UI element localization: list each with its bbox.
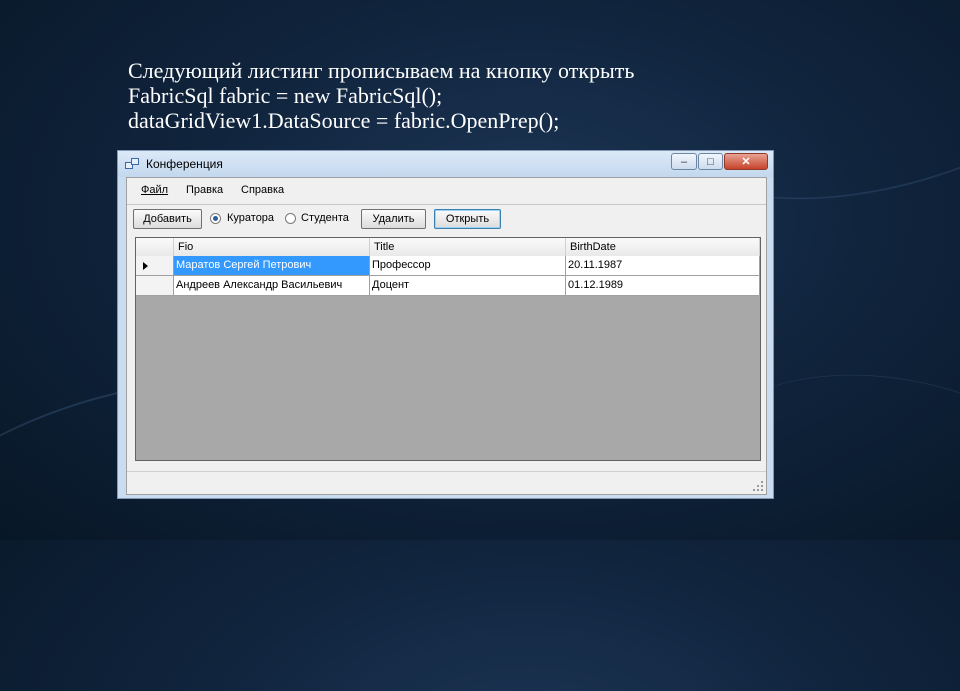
column-header-birthdate[interactable]: BirthDate (566, 238, 760, 256)
grid-header: Fio Title BirthDate (136, 238, 760, 257)
app-window: Конференция – □ ✕ Файл Правка Справка До… (117, 150, 774, 499)
radio-curator-label[interactable]: Куратора (227, 212, 274, 224)
cell-title[interactable]: Доцент (370, 276, 566, 295)
data-grid[interactable]: Fio Title BirthDate Маратов Сергей Петро… (135, 237, 761, 461)
cell-title[interactable]: Профессор (370, 256, 566, 275)
current-row-icon (143, 262, 148, 270)
menu-edit[interactable]: Правка (186, 184, 223, 196)
cell-birthdate[interactable]: 01.12.1989 (566, 276, 760, 295)
column-header-fio[interactable]: Fio (174, 238, 370, 256)
column-header-title[interactable]: Title (370, 238, 566, 256)
slide-code-line-1: FabricSql fabric = new FabricSql(); (128, 83, 443, 108)
close-icon: ✕ (741, 156, 751, 168)
cell-birthdate[interactable]: 20.11.1987 (566, 256, 760, 275)
maximize-button[interactable]: □ (698, 153, 723, 170)
menu-separator (127, 204, 766, 205)
menu-file[interactable]: Файл (141, 184, 168, 196)
minimize-button[interactable]: – (671, 153, 697, 170)
menu-help[interactable]: Справка (241, 184, 284, 196)
row-header[interactable] (136, 256, 174, 275)
window-title: Конференция (146, 157, 223, 171)
slide-text: Следующий листинг прописываем на кнопку … (128, 58, 634, 133)
maximize-icon: □ (707, 155, 714, 168)
radio-student[interactable] (285, 213, 296, 224)
slide-code-line-2: dataGridView1.DataSource = fabric.OpenPr… (128, 108, 560, 133)
open-button[interactable]: Открыть (434, 209, 501, 229)
title-bar[interactable]: Конференция – □ ✕ (118, 151, 773, 177)
minimize-icon: – (680, 155, 688, 168)
resize-grip-icon[interactable] (753, 481, 763, 491)
row-header[interactable] (136, 276, 174, 295)
radio-curator[interactable] (210, 213, 221, 224)
table-row[interactable]: Андреев Александр Васильевич Доцент 01.1… (136, 276, 760, 296)
radio-student-label[interactable]: Студента (301, 212, 349, 224)
cell-fio[interactable]: Андреев Александр Васильевич (174, 276, 370, 295)
delete-button[interactable]: Удалить (361, 209, 426, 229)
menu-bar: Файл Правка Справка (127, 178, 766, 202)
status-bar (127, 471, 766, 494)
table-row[interactable]: Маратов Сергей Петрович Профессор 20.11.… (136, 256, 760, 276)
cell-fio[interactable]: Маратов Сергей Петрович (174, 256, 370, 275)
app-window-icon (125, 158, 139, 170)
slide-text-line-1: Следующий листинг прописываем на кнопку … (128, 58, 635, 83)
row-header-corner (136, 238, 174, 256)
window-client-area: Файл Правка Справка Добавить Куратора Ст… (126, 177, 767, 495)
close-button[interactable]: ✕ (724, 153, 768, 170)
add-button[interactable]: Добавить (133, 209, 202, 229)
